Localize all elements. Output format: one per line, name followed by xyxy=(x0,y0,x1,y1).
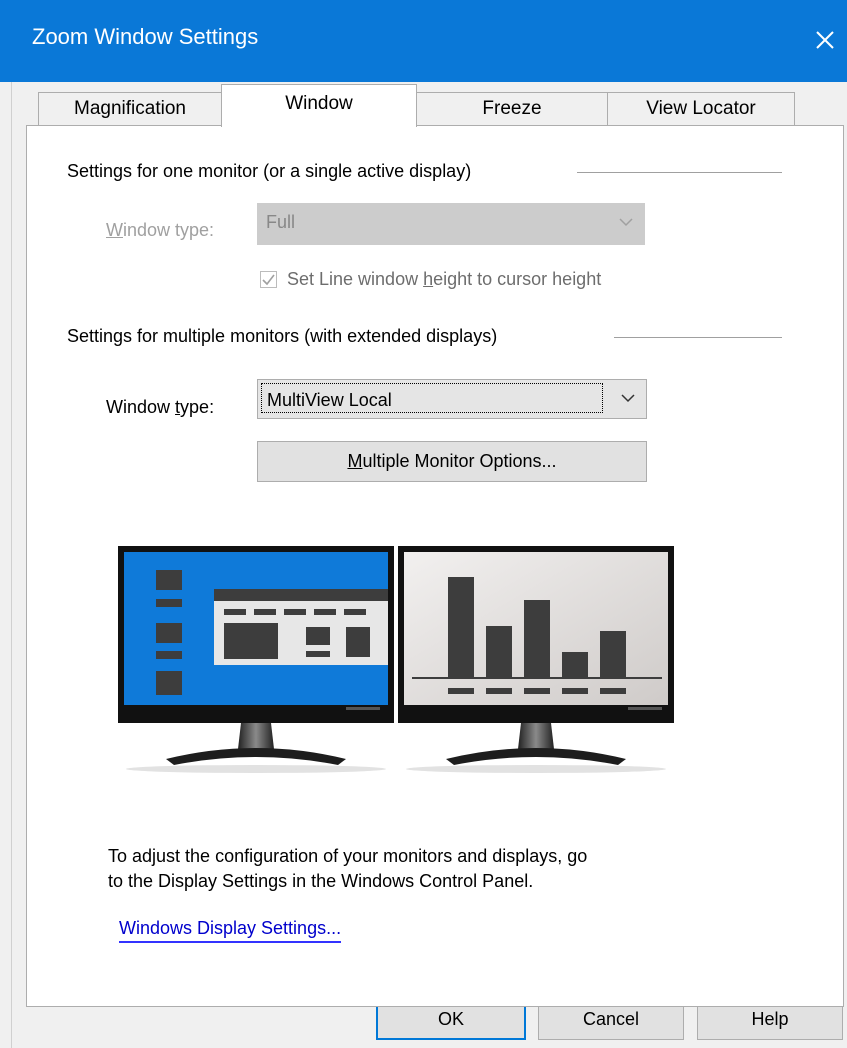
dual-monitor-illustration xyxy=(118,546,674,773)
close-button[interactable] xyxy=(803,14,847,66)
select-value: MultiView Local xyxy=(267,390,392,410)
close-icon xyxy=(816,31,834,49)
focus-rect: MultiView Local xyxy=(261,383,603,413)
line-height-checkbox[interactable] xyxy=(260,271,277,288)
select-value: Full xyxy=(266,212,296,232)
info-line-1: To adjust the configuration of your moni… xyxy=(108,846,588,866)
windows-display-settings-link[interactable]: Windows Display Settings... xyxy=(119,918,342,943)
checkmark-icon xyxy=(262,274,275,286)
chevron-down-icon xyxy=(621,394,635,403)
chevron-down-icon xyxy=(619,218,633,227)
tab-magnification[interactable]: Magnification xyxy=(38,92,222,125)
multiple-monitor-options-button[interactable]: Multiple Monitor Options... xyxy=(257,441,647,482)
tab-label: Window xyxy=(285,93,353,114)
single-monitor-heading: Settings for one monitor (or a single ac… xyxy=(67,161,472,181)
title-bar: Zoom Window Settings xyxy=(0,0,847,82)
group-divider xyxy=(614,337,782,338)
tab-window[interactable]: Window xyxy=(221,84,417,127)
tab-label: Freeze xyxy=(482,98,542,119)
window-type-select-multi[interactable]: MultiView Local xyxy=(257,379,647,419)
info-line-2: to the Display Settings in the Windows C… xyxy=(108,871,534,891)
button-label: Multiple Monitor Options... xyxy=(347,451,557,471)
window-title: Zoom Window Settings xyxy=(32,24,259,49)
tab-view-locator[interactable]: View Locator xyxy=(607,92,795,125)
tab-freeze[interactable]: Freeze xyxy=(416,92,608,125)
window-border xyxy=(11,82,12,1048)
line-height-checkbox-label: Set Line window height to cursor height xyxy=(287,269,602,289)
info-text: To adjust the configuration of your moni… xyxy=(108,844,587,894)
group-divider xyxy=(577,172,782,173)
multi-monitor-heading: Settings for multiple monitors (with ext… xyxy=(67,326,498,346)
tab-label: Magnification xyxy=(74,98,186,119)
window-type-select-single[interactable]: Full xyxy=(257,203,645,245)
tab-label: View Locator xyxy=(646,98,756,119)
window-type-label-single: Window type: xyxy=(106,220,215,240)
window-type-label-multi: Window type: xyxy=(106,397,215,417)
